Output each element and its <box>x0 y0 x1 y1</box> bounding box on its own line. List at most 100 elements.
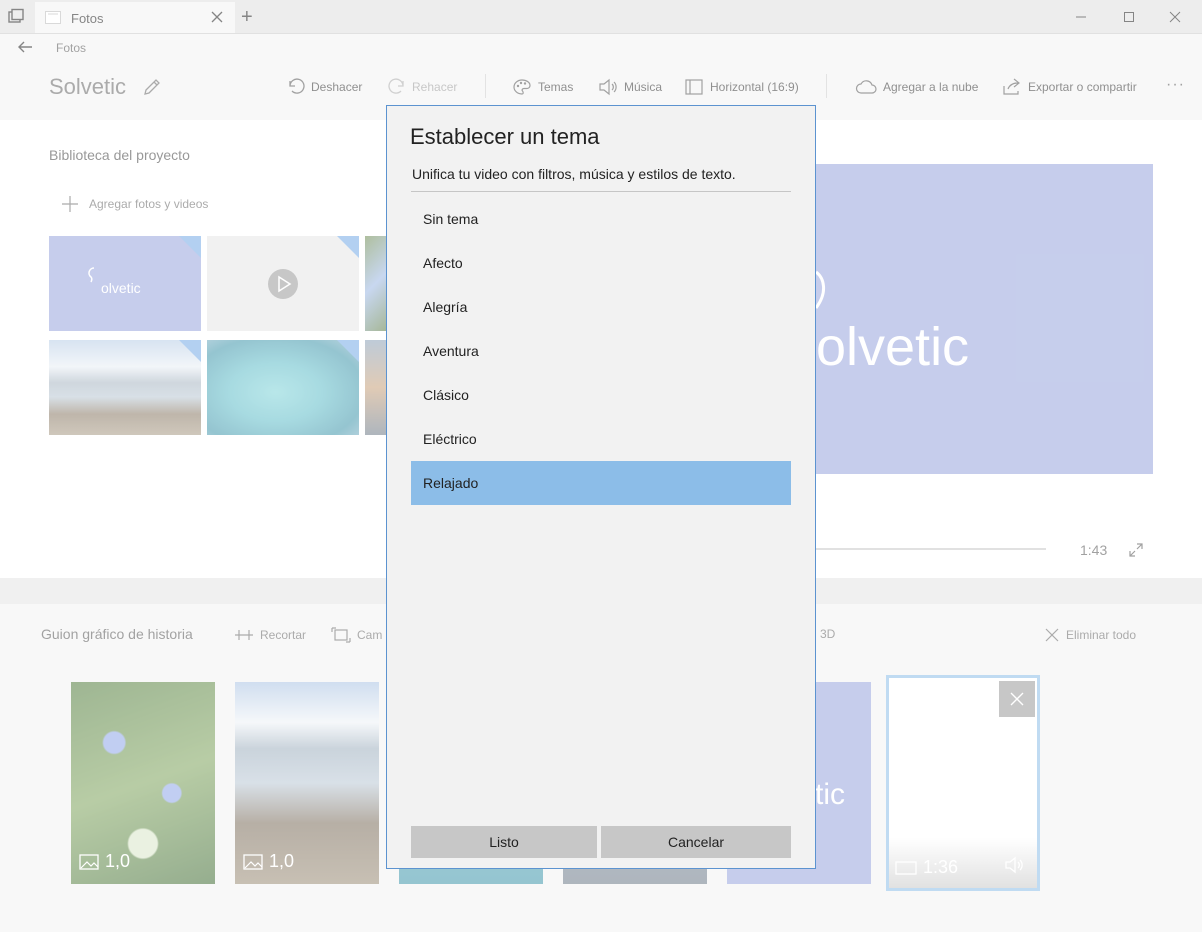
undo-button[interactable]: Deshacer <box>287 77 362 97</box>
close-tab-icon[interactable] <box>209 9 225 25</box>
photos-app-icon <box>45 10 61 24</box>
card-logo-text: tic <box>815 778 845 811</box>
theme-option-alegria[interactable]: Alegría <box>411 285 791 329</box>
effects-3d-button[interactable]: 3D <box>820 627 835 641</box>
storyboard-title: Guion gráfico de historia <box>41 626 193 642</box>
undo-icon <box>289 78 305 94</box>
delete-all-button[interactable]: Eliminar todo <box>1044 625 1136 645</box>
breadcrumb: Fotos <box>56 41 87 55</box>
toolbar-divider <box>826 74 827 98</box>
new-tab-button[interactable]: + <box>241 6 253 29</box>
pencil-icon[interactable] <box>142 77 162 97</box>
theme-option-sin-tema[interactable]: Sin tema <box>411 197 791 241</box>
trim-label: Recortar <box>260 628 307 642</box>
task-view-icon[interactable] <box>6 7 26 27</box>
minimize-button[interactable] <box>1058 0 1104 33</box>
preview-player[interactable]: olvetic <box>816 164 1153 474</box>
resize-button[interactable]: Cam <box>331 625 382 645</box>
library-thumbnail-flowers[interactable] <box>365 236 386 331</box>
toolbar-divider <box>485 74 486 98</box>
theme-option-aventura[interactable]: Aventura <box>411 329 791 373</box>
speaker-icon[interactable] <box>1003 856 1025 874</box>
cloud-icon <box>855 80 877 94</box>
done-button[interactable]: Listo <box>411 826 597 858</box>
image-icon <box>79 853 99 870</box>
theme-option-relajado[interactable]: Relajado <box>411 461 791 505</box>
upload-to-cloud-button[interactable]: Agregar a la nube <box>855 77 978 97</box>
solvetic-logo-icon <box>88 267 95 283</box>
aspect-ratio-button[interactable]: Horizontal (16:9) <box>684 77 799 97</box>
tab-title: Fotos <box>71 11 104 26</box>
timeline-slider[interactable] <box>816 548 1046 550</box>
redo-icon <box>388 78 404 94</box>
card-duration-text: 1:36 <box>923 857 959 877</box>
browser-tab[interactable]: Fotos <box>35 2 235 33</box>
preview-logo-text: olvetic <box>816 317 970 377</box>
themes-button[interactable]: Temas <box>512 77 573 97</box>
export-share-button[interactable]: Exportar o compartir <box>1002 77 1137 97</box>
title-bar: Fotos + <box>0 0 1202 34</box>
library-thumbnail-logo[interactable]: olvetic <box>49 236 201 331</box>
themes-label: Temas <box>538 80 574 94</box>
logo-text: olvetic <box>101 280 141 296</box>
selection-corner <box>337 340 359 362</box>
card-duration: 1,0 <box>79 851 130 872</box>
card-duration: 1,0 <box>243 851 294 872</box>
palette-icon <box>513 79 531 95</box>
remove-card-button[interactable] <box>999 681 1035 717</box>
video-frame-icon <box>895 860 917 875</box>
storyboard-card[interactable]: 1,0 <box>235 682 379 884</box>
library-thumbnail-video[interactable] <box>207 236 359 331</box>
selection-corner <box>337 236 359 258</box>
delete-all-label: Eliminar todo <box>1066 628 1137 642</box>
library-title: Biblioteca del proyecto <box>49 147 190 163</box>
resize-label: Cam <box>357 628 383 642</box>
theme-option-clasico[interactable]: Clásico <box>411 373 791 417</box>
resize-icon <box>331 627 351 643</box>
close-icon <box>1010 692 1024 706</box>
play-icon <box>268 269 298 299</box>
add-photos-videos-button[interactable]: Agregar fotos y videos <box>61 194 208 214</box>
storyboard-card[interactable]: 1,0 <box>71 682 215 884</box>
fullscreen-icon[interactable] <box>1128 542 1144 558</box>
dialog-divider <box>411 191 791 192</box>
dialog-title: Establecer un tema <box>410 124 600 149</box>
library-thumbnail-city[interactable] <box>365 340 386 435</box>
cloud-label: Agregar a la nube <box>883 80 979 94</box>
speaker-icon <box>599 78 617 96</box>
share-icon <box>1003 78 1020 95</box>
more-options-button[interactable]: ··· <box>1166 76 1185 94</box>
cancel-button[interactable]: Cancelar <box>601 826 791 858</box>
maximize-button[interactable] <box>1106 0 1152 33</box>
theme-option-afecto[interactable]: Afecto <box>411 241 791 285</box>
music-button[interactable]: Música <box>598 77 662 97</box>
selection-corner <box>179 236 201 258</box>
aspect-ratio-icon <box>685 79 703 95</box>
card-duration-text: 1,0 <box>105 851 131 871</box>
library-thumbnail-reef[interactable] <box>207 340 359 435</box>
trim-button[interactable]: Recortar <box>234 625 306 645</box>
close-icon <box>1045 628 1059 642</box>
add-label: Agregar fotos y videos <box>89 197 209 211</box>
redo-button[interactable]: Rehacer <box>388 77 457 97</box>
card-duration-text: 1,0 <box>269 851 295 871</box>
image-icon <box>243 853 263 870</box>
set-theme-dialog: Establecer un tema Unifica tu video con … <box>386 105 816 869</box>
music-label: Música <box>624 80 663 94</box>
redo-label: Rehacer <box>412 80 458 94</box>
library-thumbnail-mountains[interactable] <box>49 340 201 435</box>
card-duration: 1:36 <box>895 857 958 878</box>
undo-label: Deshacer <box>311 80 363 94</box>
dialog-subtitle: Unifica tu video con filtros, música y e… <box>412 166 736 182</box>
close-window-button[interactable] <box>1152 0 1198 33</box>
back-arrow-icon[interactable] <box>16 38 34 56</box>
theme-option-electrico[interactable]: Eléctrico <box>411 417 791 461</box>
video-time: 1:43 <box>1080 542 1108 558</box>
plus-icon <box>62 196 78 212</box>
storyboard-card-selected[interactable]: 1:36 <box>886 675 1040 891</box>
export-label: Exportar o compartir <box>1028 80 1137 94</box>
solvetic-logo-icon <box>816 270 825 309</box>
aspect-ratio-label: Horizontal (16:9) <box>710 80 799 94</box>
selection-corner <box>179 340 201 362</box>
project-title[interactable]: Solvetic <box>49 74 126 100</box>
